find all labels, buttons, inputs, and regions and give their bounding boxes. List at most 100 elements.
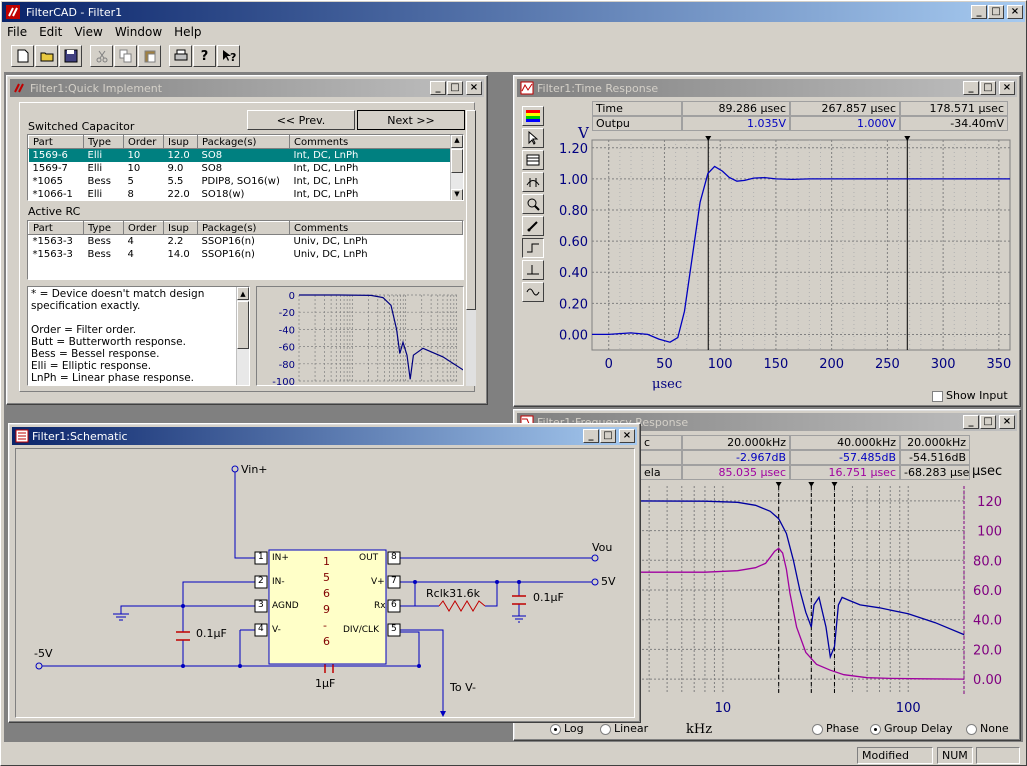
vm5-label: -5V <box>34 647 53 660</box>
rc-col-type[interactable]: Type <box>83 221 124 235</box>
table-view-tool[interactable] <box>522 150 544 170</box>
rc-row[interactable]: *1563-3 Bess 4 14.0 SSOP16(n) Univ, DC, LnPh <box>29 248 463 261</box>
time-show-input[interactable]: Show Input <box>932 389 1008 402</box>
schem-minimize-button[interactable]: _ <box>583 429 599 443</box>
cursor-tool[interactable] <box>522 172 544 192</box>
quick-close-button[interactable]: × <box>466 81 482 95</box>
scale-linear-option[interactable]: Linear <box>600 722 648 735</box>
col-type[interactable]: Type <box>83 135 124 149</box>
schem-close-button[interactable]: × <box>619 429 635 443</box>
rc-col-comments[interactable]: Comments <box>289 221 463 235</box>
rc-col-order[interactable]: Order <box>123 221 164 235</box>
schem-titlebar[interactable]: Filter1:Schematic _ □ × <box>12 427 637 445</box>
group-delay-option[interactable]: Group Delay <box>870 722 953 735</box>
sc-scrollbar[interactable]: ▲ ▼ <box>450 135 463 200</box>
time-x-tick: 350 <box>986 357 1011 372</box>
frequency-response-chart[interactable]: 0.00 20.0 40.0 60.0 80.0 100 120 10 100 <box>625 482 1002 716</box>
rc-col-part[interactable]: Part <box>28 221 84 235</box>
print-icon[interactable] <box>169 45 192 67</box>
copy-icon[interactable] <box>114 45 137 67</box>
menu-view[interactable]: View <box>68 25 108 39</box>
time-minimize-button[interactable]: _ <box>963 81 979 95</box>
freq-y-tick: 20.0 <box>973 643 1002 658</box>
freq-y-unit: μsec <box>972 464 1003 479</box>
sine-response-tool[interactable] <box>522 282 544 302</box>
impulse-response-tool[interactable] <box>522 260 544 280</box>
note-line <box>31 312 246 324</box>
sc-row[interactable]: *1066-1 Elli 8 22.0 SO18(w) Int, DC, LnPh <box>29 188 463 201</box>
col-package[interactable]: Package(s) <box>197 135 290 149</box>
prev-button[interactable]: << Prev. <box>247 110 355 130</box>
time-close-button[interactable]: × <box>999 81 1015 95</box>
time-y-tick: 1.00 <box>559 173 588 188</box>
app-minimize-button[interactable]: _ <box>971 5 987 19</box>
app-close-button[interactable]: × <box>1007 5 1023 19</box>
col-part[interactable]: Part <box>28 135 84 149</box>
mini-response-line <box>299 294 463 380</box>
pointer-tool[interactable] <box>522 128 544 148</box>
probe-tool[interactable] <box>522 216 544 236</box>
col-comments[interactable]: Comments <box>289 135 463 149</box>
quick-minimize-button[interactable]: _ <box>430 81 446 95</box>
menu-edit[interactable]: Edit <box>33 25 68 39</box>
app-titlebar[interactable]: FilterCAD - Filter1 _ □ × <box>2 2 1025 22</box>
v5-label: 5V <box>601 575 616 588</box>
freq-cursor1-freq: 20.000kHz <box>682 435 790 450</box>
rc-col-package[interactable]: Package(s) <box>197 221 290 235</box>
freq-maximize-button[interactable]: □ <box>980 415 996 429</box>
pin-label: IN- <box>272 577 285 587</box>
mini-tick-label: -100 <box>272 377 295 386</box>
quick-titlebar[interactable]: Filter1:Quick Implement _ □ × <box>10 79 484 97</box>
schematic-canvas[interactable]: Vin+ Vou 5V -5V To V- Rclk31.6k 0.1μF 0.… <box>15 448 635 718</box>
rc-col-isup[interactable]: Isup <box>163 221 198 235</box>
schem-maximize-button[interactable]: □ <box>600 429 616 443</box>
freq-y-tick: 40.0 <box>973 614 1002 629</box>
freq-label-freq: c <box>640 435 682 450</box>
time-x-tick: 50 <box>656 357 673 372</box>
note-line: LnPh = Linear phase response. <box>31 372 194 384</box>
svg-text:?: ? <box>230 51 236 63</box>
note-line: specification exactly. <box>31 300 141 312</box>
time-maximize-button[interactable]: □ <box>980 81 996 95</box>
color-palette-tool[interactable] <box>522 106 544 126</box>
col-isup[interactable]: Isup <box>163 135 198 149</box>
scale-log-option[interactable]: Log <box>550 722 584 735</box>
zoom-tool[interactable] <box>522 194 544 214</box>
freq-close-button[interactable]: × <box>999 415 1015 429</box>
cut-scissors-icon[interactable] <box>90 45 113 67</box>
save-disk-icon[interactable] <box>59 45 82 67</box>
pin-label: DIV/CLK <box>343 625 379 635</box>
sc-row[interactable]: 1569-7 Elli 10 9.0 SO8 Int, DC, LnPh <box>29 162 463 175</box>
phase-option[interactable]: Phase <box>812 722 859 735</box>
time-response-chart[interactable]: 0 50 100 150 200 250 300 350 0.00 0.20 0.40 0.60 0.8… <box>548 116 1018 392</box>
paste-clipboard-icon[interactable] <box>138 45 161 67</box>
step-response-tool[interactable] <box>522 238 544 258</box>
menu-window[interactable]: Window <box>109 25 168 39</box>
help-question-icon[interactable]: ? <box>193 45 216 67</box>
next-button[interactable]: Next >> <box>357 110 465 130</box>
table-cell: 1569-7 <box>32 162 68 174</box>
app-maximize-button[interactable]: □ <box>988 5 1004 19</box>
time-y-tick: 0.80 <box>559 204 588 219</box>
time-y-tick: 0.60 <box>559 235 588 250</box>
col-order[interactable]: Order <box>123 135 164 149</box>
notes-box[interactable]: * = Device doesn't match design specifica… <box>27 286 250 386</box>
quick-maximize-button[interactable]: □ <box>447 81 463 95</box>
table-cell: SO8 <box>201 162 223 174</box>
new-file-icon[interactable] <box>11 45 34 67</box>
vout-label: Vou <box>592 541 613 554</box>
time-y-tick: 0.20 <box>559 297 588 312</box>
time-titlebar[interactable]: Filter1:Time Response _ □ × <box>517 79 1017 97</box>
sc-row[interactable]: *1065 Bess 5 5.5 PDIP8, SO16(w) Int, DC, LnPh <box>29 175 463 188</box>
none-option[interactable]: None <box>966 722 1009 735</box>
quick-scrollbar[interactable] <box>466 110 476 386</box>
rc-row[interactable]: *1563-3 Bess 4 2.2 SSOP16(n) Univ, DC, LnPh <box>29 235 463 248</box>
schematic-window: Filter1:Schematic _ □ × Vin+ Vou 5V -5V … <box>8 423 641 723</box>
context-help-icon[interactable]: ? <box>217 45 240 67</box>
freq-minimize-button[interactable]: _ <box>963 415 979 429</box>
open-folder-icon[interactable] <box>35 45 58 67</box>
time-x-label: μsec <box>652 377 682 392</box>
menu-help[interactable]: Help <box>168 25 207 39</box>
menu-file[interactable]: File <box>1 25 33 39</box>
sc-row[interactable]: 1569-6 Elli 10 12.0 SO8 Int, DC, LnPh <box>28 148 463 162</box>
